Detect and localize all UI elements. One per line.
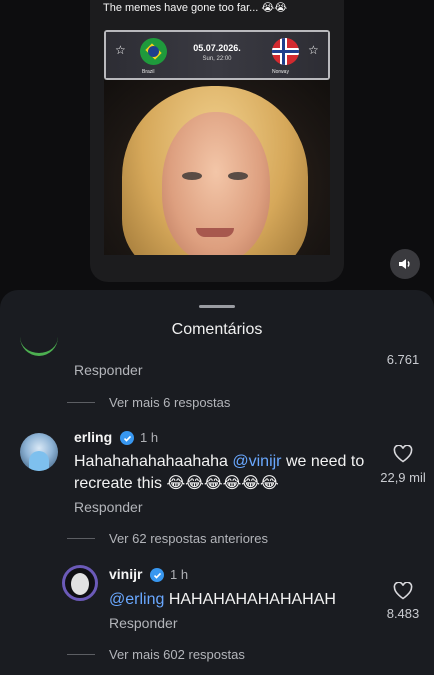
mention-link[interactable]: @erling	[109, 591, 164, 608]
meme-mouth	[196, 228, 234, 237]
star-icon: ☆	[308, 43, 319, 57]
view-previous-replies-button[interactable]: Ver 62 respostas anteriores	[109, 531, 268, 546]
match-banner: ☆ Brazil 05.07.2026. Sun, 22:00 Norway ☆	[104, 30, 330, 80]
avatar-vinijr[interactable]	[62, 565, 98, 601]
like-count: 6.761	[386, 352, 420, 367]
verified-icon	[120, 431, 134, 445]
comment-text: @erling HAHAHAHAHAHAHAH	[109, 589, 379, 611]
match-banner-inner: ☆ Brazil 05.07.2026. Sun, 22:00 Norway ☆	[106, 32, 328, 78]
comment-username[interactable]: erling	[74, 429, 112, 445]
meme-image	[104, 80, 330, 255]
comment-time: 1 h	[170, 567, 189, 582]
volume-button[interactable]	[390, 249, 420, 279]
meme-eye	[182, 172, 202, 180]
avatar-erling[interactable]	[20, 433, 58, 471]
verified-icon	[150, 568, 164, 582]
comments-title: Comentários	[171, 321, 263, 338]
away-team-label: Norway	[272, 69, 289, 75]
view-more-replies-button[interactable]: Ver mais 6 respostas	[109, 395, 230, 410]
comment-text: Hahahahahahaahaha @vinijr we need to rec…	[74, 451, 374, 495]
view-more-replies-button[interactable]: Ver mais 602 respostas	[109, 647, 245, 662]
meme-face	[162, 112, 270, 255]
post-caption: The memes have gone too far... 😭😭	[103, 2, 288, 14]
home-team-label: Brazil	[142, 69, 155, 75]
norway-flag-icon	[272, 38, 299, 65]
reply-button[interactable]: Responder	[74, 499, 143, 515]
comment-time: 1 h	[140, 430, 159, 445]
heart-icon[interactable]	[393, 445, 413, 463]
comment-text-part: HAHAHAHAHAHAHAH	[164, 591, 336, 608]
reply-button[interactable]: Responder	[109, 615, 178, 631]
reply-button[interactable]: Responder	[74, 362, 143, 378]
comment-username[interactable]: vinijr	[109, 566, 142, 582]
comment-text-part: Hahahahahahaahaha	[74, 453, 233, 470]
like-count: 22,9 mil	[380, 470, 426, 485]
mention-link[interactable]: @vinijr	[232, 453, 281, 470]
heart-icon[interactable]	[393, 582, 413, 600]
volume-icon	[399, 259, 410, 269]
meme-eye	[228, 172, 248, 180]
sheet-drag-handle[interactable]	[199, 305, 235, 308]
like-count: 8.483	[386, 606, 420, 621]
